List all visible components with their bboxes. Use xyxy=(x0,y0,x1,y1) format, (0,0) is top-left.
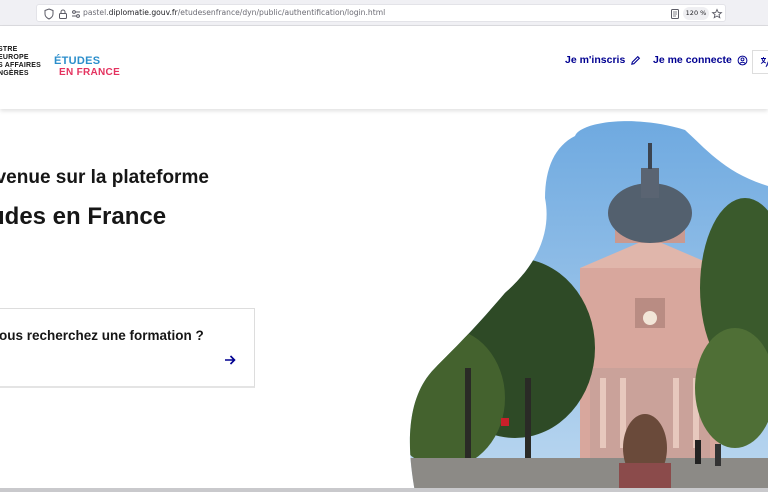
reader-view-icon[interactable] xyxy=(669,8,681,20)
user-circle-icon xyxy=(737,55,748,65)
login-label: Je me connecte xyxy=(653,54,732,66)
brand-line-1: ÉTUDES xyxy=(54,55,101,67)
arrow-right-icon[interactable] xyxy=(223,353,237,367)
card-title: ous recherchez une formation ? xyxy=(0,328,204,343)
brand-line-2: EN FRANCE xyxy=(59,67,121,78)
gov-logo-line: EUROPE xyxy=(0,54,29,61)
site-header: STRE EUROPE S AFFAIRES NGÈRES ÉTUDES EN … xyxy=(0,26,768,109)
gov-logo-line: STRE xyxy=(0,46,18,53)
url-prefix: pastel. xyxy=(83,8,109,17)
search-formation-card[interactable]: ous recherchez une formation ? xyxy=(0,308,255,388)
sorbonne-chapel-photo xyxy=(409,121,768,492)
gov-logo-line: S AFFAIRES xyxy=(0,62,41,69)
gov-logo[interactable]: STRE EUROPE S AFFAIRES NGÈRES xyxy=(0,46,41,78)
page-bottom-edge xyxy=(0,488,768,492)
language-button[interactable] xyxy=(752,50,768,74)
welcome-heading: nvenue sur la plateforme xyxy=(0,167,209,188)
page-title: udes en France xyxy=(0,203,167,230)
gov-logo-line: NGÈRES xyxy=(0,70,29,77)
url-text[interactable]: pastel.diplomatie.gouv.fr/etudesenfrance… xyxy=(83,8,385,17)
translate-icon xyxy=(760,57,768,68)
login-link[interactable]: Je me connecte xyxy=(653,54,748,66)
browser-toolbar: pastel.diplomatie.gouv.fr/etudesenfrance… xyxy=(0,0,768,26)
url-path: /etudesenfrance/dyn/public/authentificat… xyxy=(177,8,386,17)
lock-icon[interactable] xyxy=(57,8,69,20)
address-bar[interactable]: pastel.diplomatie.gouv.fr/etudesenfrance… xyxy=(36,4,726,22)
permissions-icon[interactable] xyxy=(70,8,82,20)
zoom-indicator[interactable]: 120 % xyxy=(683,7,709,20)
signup-label: Je m'inscris xyxy=(565,54,626,66)
signup-link[interactable]: Je m'inscris xyxy=(565,54,641,66)
etudes-en-france-logo[interactable]: ÉTUDES EN FRANCE xyxy=(54,55,120,78)
shield-icon[interactable] xyxy=(43,8,55,20)
url-domain: diplomatie.gouv.fr xyxy=(108,8,178,17)
bookmark-star-icon[interactable] xyxy=(711,8,723,20)
pencil-icon xyxy=(631,55,641,65)
